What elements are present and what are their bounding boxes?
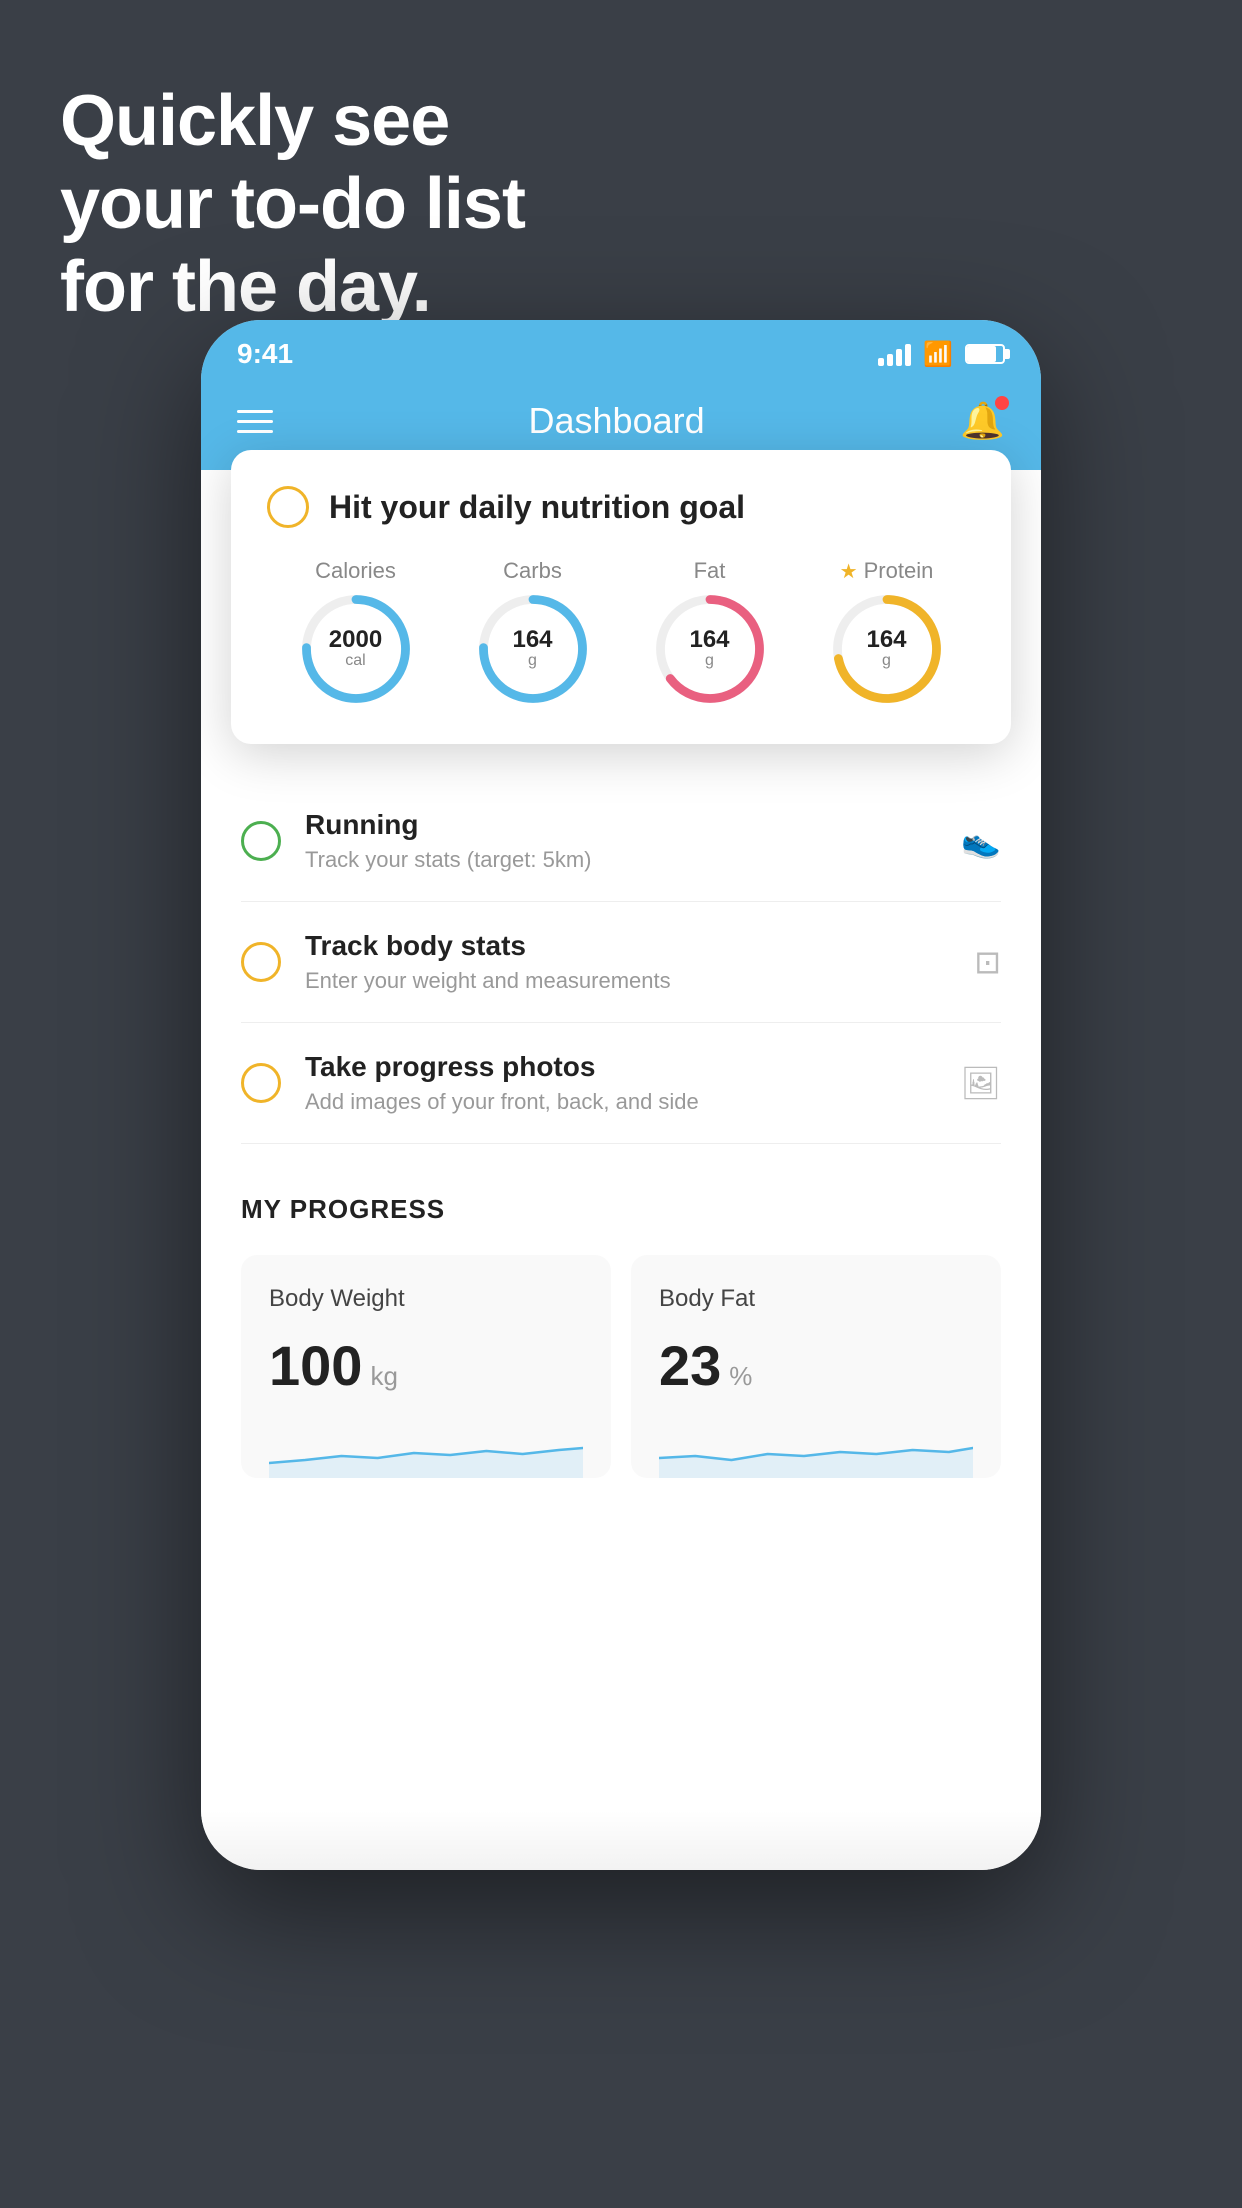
calories-value: 2000 (329, 628, 382, 652)
progress-cards: Body Weight 100 kg Body Fat (241, 1255, 1001, 1478)
scale-icon: ⊡ (974, 943, 1001, 981)
body-fat-card: Body Fat 23 % (631, 1255, 1001, 1478)
bell-icon[interactable]: 🔔 (960, 400, 1005, 442)
hero-line2: your to-do list (60, 163, 525, 246)
signal-icon (878, 342, 911, 366)
body-weight-card: Body Weight 100 kg (241, 1255, 611, 1478)
todo-list: Running Track your stats (target: 5km) 👟… (201, 781, 1041, 1144)
phone-mockup: 9:41 📶 Dashboard 🔔 THINGS TO DO TOD (201, 320, 1041, 1870)
body-fat-number: 23 (659, 1333, 721, 1398)
bottom-fade (201, 1810, 1041, 1870)
hero-line3: for the day. (60, 246, 525, 329)
carbs-value: 164 (512, 628, 552, 652)
protein-item: ★ Protein 164 g (832, 558, 942, 704)
wifi-icon: 📶 (923, 340, 953, 369)
status-icons: 📶 (878, 340, 1005, 369)
status-bar: 9:41 📶 (201, 320, 1041, 380)
body-stats-subtitle: Enter your weight and measurements (305, 968, 950, 994)
fat-unit: g (689, 652, 729, 670)
body-weight-label: Body Weight (269, 1285, 583, 1313)
running-subtitle: Track your stats (target: 5km) (305, 847, 937, 873)
photos-text: Take progress photos Add images of your … (305, 1051, 936, 1115)
fat-value: 164 (689, 628, 729, 652)
todo-item-running[interactable]: Running Track your stats (target: 5km) 👟 (241, 781, 1001, 902)
progress-section-title: MY PROGRESS (241, 1194, 1001, 1225)
nutrition-card: Hit your daily nutrition goal Calories 2… (231, 450, 1011, 744)
calories-item: Calories 2000 cal (301, 558, 411, 704)
photo-icon: 🖼 (960, 1064, 1001, 1102)
hero-text: Quickly see your to-do list for the day. (60, 80, 525, 328)
task-checkbox[interactable] (267, 486, 309, 528)
nutrition-card-title: Hit your daily nutrition goal (329, 489, 745, 526)
protein-value: 164 (866, 628, 906, 652)
nutrition-row: Calories 2000 cal Carbs (267, 558, 975, 704)
notification-dot (995, 396, 1009, 410)
body-weight-value-row: 100 kg (269, 1333, 583, 1398)
calories-circle: 2000 cal (301, 594, 411, 704)
photos-subtitle: Add images of your front, back, and side (305, 1089, 936, 1115)
body-weight-number: 100 (269, 1333, 362, 1398)
fat-label: Fat (694, 558, 726, 584)
nav-title: Dashboard (529, 400, 705, 442)
running-checkbox[interactable] (241, 821, 281, 861)
main-content: THINGS TO DO TODAY Hit your daily nutrit… (201, 470, 1041, 1870)
carbs-item: Carbs 164 g (478, 558, 588, 704)
shoe-icon: 👟 (961, 822, 1001, 860)
protein-circle: 164 g (832, 594, 942, 704)
card-title-row: Hit your daily nutrition goal (267, 486, 975, 528)
fat-item: Fat 164 g (655, 558, 765, 704)
todo-item-photos[interactable]: Take progress photos Add images of your … (241, 1023, 1001, 1144)
body-weight-chart (269, 1418, 583, 1478)
carbs-unit: g (512, 652, 552, 670)
body-fat-value-row: 23 % (659, 1333, 973, 1398)
body-stats-title: Track body stats (305, 930, 950, 962)
body-fat-unit: % (729, 1361, 752, 1392)
running-text: Running Track your stats (target: 5km) (305, 809, 937, 873)
time-display: 9:41 (237, 338, 293, 370)
carbs-circle: 164 g (478, 594, 588, 704)
calories-unit: cal (329, 652, 382, 670)
protein-label-row: ★ Protein (840, 558, 934, 584)
body-stats-text: Track body stats Enter your weight and m… (305, 930, 950, 994)
hamburger-menu[interactable] (237, 410, 273, 433)
carbs-label: Carbs (503, 558, 562, 584)
body-fat-chart (659, 1418, 973, 1478)
protein-label: Protein (864, 558, 934, 584)
body-weight-unit: kg (370, 1361, 397, 1392)
protein-unit: g (866, 652, 906, 670)
hero-line1: Quickly see (60, 80, 525, 163)
fat-circle: 164 g (655, 594, 765, 704)
photos-checkbox[interactable] (241, 1063, 281, 1103)
running-title: Running (305, 809, 937, 841)
todo-item-body-stats[interactable]: Track body stats Enter your weight and m… (241, 902, 1001, 1023)
body-fat-label: Body Fat (659, 1285, 973, 1313)
progress-section: MY PROGRESS Body Weight 100 kg (201, 1144, 1041, 1518)
photos-title: Take progress photos (305, 1051, 936, 1083)
body-stats-checkbox[interactable] (241, 942, 281, 982)
star-icon: ★ (840, 559, 858, 584)
battery-icon (965, 344, 1005, 364)
calories-label: Calories (315, 558, 396, 584)
